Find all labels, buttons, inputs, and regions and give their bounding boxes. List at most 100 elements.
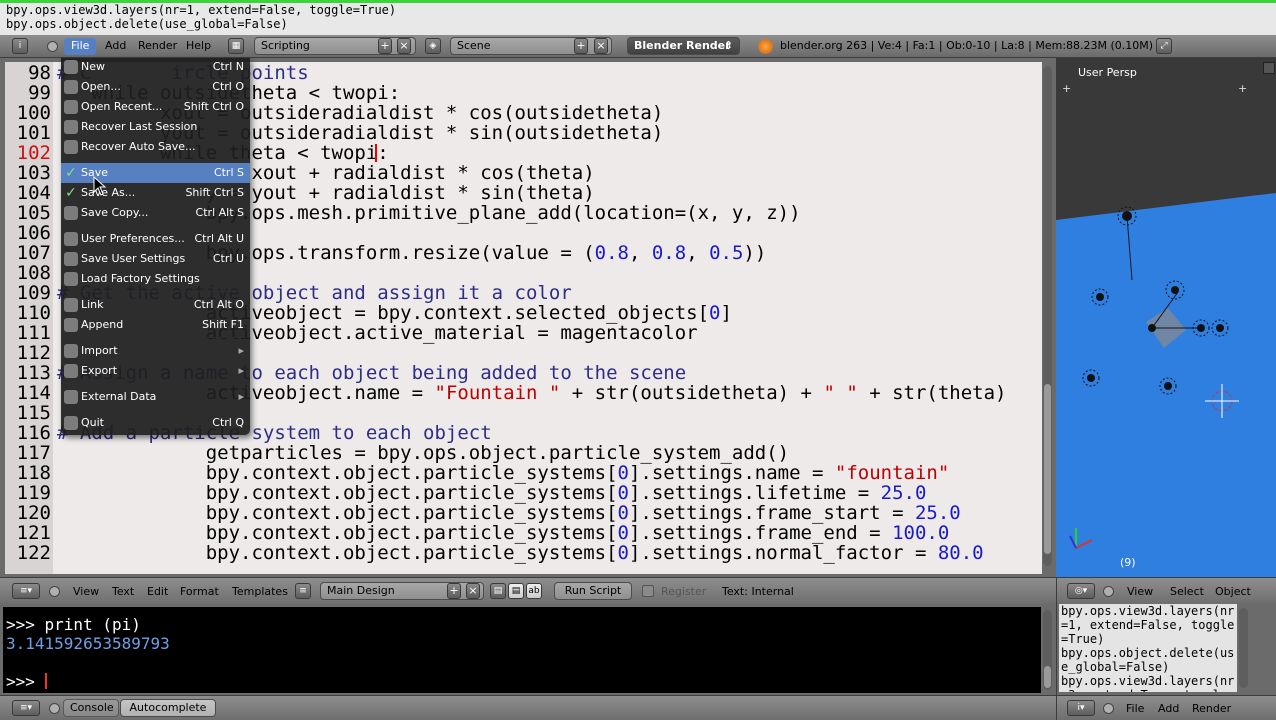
side-menu-render[interactable]: Render (1192, 697, 1231, 720)
autocomplete-button[interactable]: Autocomplete (120, 699, 216, 717)
file-menu-item-label: User Preferences... (81, 232, 185, 245)
console-scrollbar-thumb[interactable] (1044, 666, 1051, 688)
console-tab-button[interactable]: Console (63, 699, 119, 717)
menu-templates[interactable]: Templates (232, 580, 288, 604)
viewport-3d[interactable]: User Persp + + (9) (1056, 58, 1276, 577)
add-layout-icon[interactable]: + (378, 38, 392, 54)
file-menu-item[interactable]: Recover Auto Save... (61, 137, 250, 157)
menu-edit[interactable]: Edit (147, 580, 168, 604)
collapse-icon[interactable] (47, 41, 58, 52)
fullscreen-icon[interactable]: ⤢ (1156, 38, 1172, 54)
side-collapse-icon[interactable] (1103, 703, 1114, 714)
menu-render[interactable]: Render (138, 35, 177, 57)
number-literal: 0 (617, 502, 629, 524)
syntax-highlight-toggle-icon[interactable]: ab (526, 583, 542, 599)
properties-toggle-icon[interactable]: + (1238, 82, 1247, 95)
number-literal: 0 (617, 482, 629, 504)
text-editor-type-icon[interactable]: ≡▾ (12, 583, 40, 599)
file-menu-item[interactable]: Export ▸ (61, 361, 250, 381)
submenu-arrow-icon: ▸ (238, 344, 244, 357)
file-menu-item[interactable]: User Preferences... Ctrl Alt U (61, 229, 250, 249)
file-menu-item[interactable]: Open... Ctrl O (61, 77, 250, 97)
scene-icon[interactable]: ◈ (425, 38, 441, 54)
add-scene-icon[interactable]: + (574, 38, 588, 54)
menu-separator (65, 383, 246, 384)
blender-logo-icon (758, 39, 773, 54)
delete-scene-icon[interactable]: × (594, 38, 608, 54)
external-data-icon (64, 390, 78, 404)
console-collapse-icon[interactable] (49, 703, 60, 714)
line-number: 119 (16, 482, 51, 504)
text-datablock-icon[interactable]: ≡ (295, 583, 311, 599)
side-menu-file[interactable]: File (1126, 697, 1144, 720)
console-scrollbar-track[interactable] (1043, 610, 1052, 690)
console-area[interactable]: >>> print (pi) 3.141592653589793 >>> (3, 607, 1041, 693)
code-line: bpy.context.object.particle_systems[0].s… (57, 522, 950, 544)
code-scrollbar-thumb[interactable] (1044, 384, 1051, 554)
console-editor-type-icon[interactable]: ≡▾ (12, 700, 40, 716)
register-checkbox[interactable] (642, 585, 654, 597)
lamp-7 (1087, 374, 1095, 382)
header-collapse-icon[interactable] (49, 586, 60, 597)
viewport-menu-object[interactable]: Object (1215, 580, 1251, 604)
line-number: 100 (16, 102, 51, 124)
console-cursor (44, 673, 47, 689)
viewport-scene (1056, 193, 1276, 577)
file-menu-item[interactable]: Link Ctrl Alt O (61, 295, 250, 315)
side-menu-add[interactable]: Add (1158, 697, 1179, 720)
render-engine-dropdown[interactable]: Blender Render ⇕ (627, 37, 740, 55)
new-text-icon[interactable]: + (447, 583, 461, 599)
viewport-menu-view[interactable]: View (1127, 580, 1153, 604)
file-menu-item[interactable]: Open Recent... Shift Ctrl O (61, 97, 250, 117)
file-menu-item[interactable]: Save Copy... Ctrl Alt S (61, 203, 250, 223)
text-cursor (375, 144, 377, 162)
file-menu-item[interactable]: Append Shift F1 (61, 315, 250, 335)
word-wrap-toggle-icon[interactable]: ▤ (508, 583, 524, 599)
recent-icon (64, 100, 78, 114)
file-menu-item[interactable]: ✓ Save Ctrl S (61, 163, 250, 183)
menu-view[interactable]: View (73, 580, 99, 604)
run-script-button[interactable]: Run Script (554, 582, 632, 600)
file-menu-item[interactable]: ✓ Save As... Shift Ctrl S (61, 183, 250, 203)
console-prompt-line[interactable]: >>> (6, 672, 1041, 691)
line-number: 106 (16, 222, 51, 244)
file-menu-item[interactable]: New Ctrl N (61, 57, 250, 77)
side-log-scrollbar[interactable] (1239, 608, 1248, 688)
file-menu-item[interactable]: Save User Settings Ctrl U (61, 249, 250, 269)
file-menu-item[interactable]: Import ▸ (61, 341, 250, 361)
menu-add[interactable]: Add (105, 35, 126, 57)
lamp-6 (1216, 324, 1224, 332)
line-numbers-toggle-icon[interactable]: ▤ (490, 583, 506, 599)
line-number: 115 (16, 402, 51, 424)
file-menu-item[interactable]: Recover Last Session (61, 117, 250, 137)
side-editor-type-icon[interactable]: i▾ (1067, 700, 1095, 716)
string-literal: "Fountain " (434, 382, 561, 404)
area-split-corner[interactable] (1263, 62, 1275, 74)
viewport-editor-type-icon[interactable]: ◎▾ (1067, 583, 1095, 599)
delete-layout-icon[interactable]: × (397, 38, 411, 54)
file-menu-item-label: Export (81, 364, 118, 377)
file-menu-item[interactable]: External Data ▸ (61, 387, 250, 407)
unlink-text-icon[interactable]: × (466, 583, 480, 599)
viewport-header: ◎▾ View Select Object (1056, 577, 1276, 604)
menu-text[interactable]: Text (112, 580, 134, 604)
viewport-menu-select[interactable]: Select (1170, 580, 1204, 604)
submenu-arrow-icon: ▸ (238, 390, 244, 403)
toolbar-toggle-icon[interactable]: + (1062, 82, 1071, 95)
info-log-line: bpy.ops.object.delete(use_global=False) (6, 17, 288, 31)
dropdown-arrows-icon: ⇕ (723, 39, 733, 52)
submenu-arrow-icon: ▸ (238, 364, 244, 377)
line-number: 113 (16, 362, 51, 384)
info-editor-type-icon[interactable]: i (12, 38, 28, 54)
screen-layout-icon[interactable]: ▦ (228, 38, 244, 54)
menu-help[interactable]: Help (186, 35, 211, 57)
menu-separator (65, 225, 246, 226)
number-literal: 0.8 (651, 242, 687, 264)
file-menu-item[interactable]: Quit Ctrl Q (61, 413, 250, 433)
menu-format[interactable]: Format (180, 580, 219, 604)
file-menu-item[interactable]: Load Factory Settings (61, 269, 250, 289)
menu-file[interactable]: File (71, 35, 89, 57)
preferences-icon (64, 232, 78, 246)
viewport-collapse-icon[interactable] (1103, 586, 1114, 597)
code-scrollbar-track[interactable] (1043, 66, 1052, 566)
